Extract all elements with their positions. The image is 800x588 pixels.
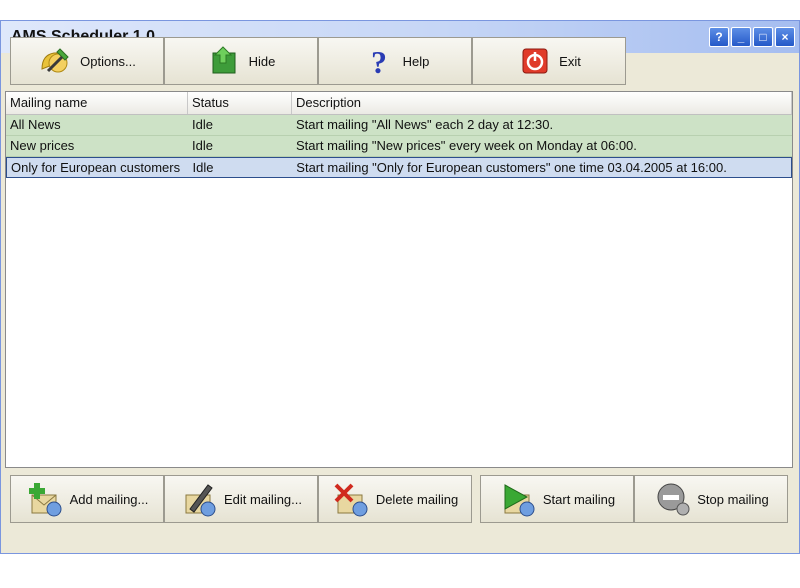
- description-cell: Start mailing "Only for European custome…: [296, 160, 727, 175]
- bottom-toolbar: Add mailing... Edit mailing... Delete ma…: [10, 475, 788, 523]
- help-icon: ?: [361, 43, 397, 79]
- mailing-name-cell: All News: [10, 117, 61, 132]
- edit-mailing-label: Edit mailing...: [223, 491, 303, 507]
- description-cell: Start mailing "All News" each 2 day at 1…: [296, 117, 554, 132]
- exit-icon: [517, 43, 553, 79]
- help-label: Help: [402, 53, 430, 69]
- exit-button[interactable]: Exit: [472, 37, 626, 85]
- delete-mailing-label: Delete mailing: [375, 491, 459, 507]
- svg-text:?: ?: [371, 44, 387, 79]
- options-button[interactable]: Options...: [10, 37, 164, 85]
- start-mailing-label: Start mailing: [542, 491, 616, 507]
- hide-label: Hide: [248, 53, 276, 69]
- button-group-gap: [472, 475, 480, 523]
- add-mailing-label: Add mailing...: [69, 491, 149, 507]
- stop-mailing-label: Stop mailing: [697, 491, 769, 507]
- edit-mailing-icon: [180, 479, 220, 519]
- maximize-button[interactable]: □: [753, 27, 773, 47]
- status-cell: Idle: [192, 160, 214, 175]
- hide-icon: [207, 43, 243, 79]
- list-header: Mailing name Status Description: [6, 92, 792, 115]
- mailing-name-cell: New prices: [10, 138, 75, 153]
- column-header-description[interactable]: Description: [292, 92, 792, 114]
- close-button[interactable]: ×: [775, 27, 795, 47]
- stop-mailing-icon: [653, 479, 693, 519]
- help-button[interactable]: ? Help: [318, 37, 472, 85]
- start-mailing-icon: [499, 479, 539, 519]
- delete-mailing-button[interactable]: Delete mailing: [318, 475, 472, 523]
- hide-button[interactable]: Hide: [164, 37, 318, 85]
- exit-label: Exit: [559, 53, 581, 69]
- stop-mailing-button[interactable]: Stop mailing: [634, 475, 788, 523]
- minimize-button[interactable]: _: [731, 27, 751, 47]
- description-cell: Start mailing "New prices" every week on…: [296, 138, 637, 153]
- start-mailing-button[interactable]: Start mailing: [480, 475, 634, 523]
- window-controls: ? _ □ ×: [709, 27, 795, 47]
- column-header-mailing-name[interactable]: Mailing name: [6, 92, 188, 114]
- add-mailing-icon: [26, 479, 66, 519]
- status-cell: Idle: [192, 138, 213, 153]
- status-cell: Idle: [192, 117, 213, 132]
- mailing-list[interactable]: Mailing name Status Description All News…: [5, 91, 793, 468]
- table-row[interactable]: All News Idle Start mailing "All News" e…: [6, 115, 792, 136]
- column-header-status[interactable]: Status: [188, 92, 292, 114]
- delete-mailing-icon: [332, 479, 372, 519]
- table-row-selected[interactable]: Only for European customers Idle Start m…: [6, 157, 792, 178]
- table-row[interactable]: New prices Idle Start mailing "New price…: [6, 136, 792, 157]
- mailing-name-cell: Only for European customers: [11, 160, 181, 175]
- add-mailing-button[interactable]: Add mailing...: [10, 475, 164, 523]
- help-window-button[interactable]: ?: [709, 27, 729, 47]
- options-icon: [38, 43, 74, 79]
- options-label: Options...: [80, 53, 136, 69]
- edit-mailing-button[interactable]: Edit mailing...: [164, 475, 318, 523]
- top-toolbar: Options... Hide ? Help Exit: [10, 37, 626, 85]
